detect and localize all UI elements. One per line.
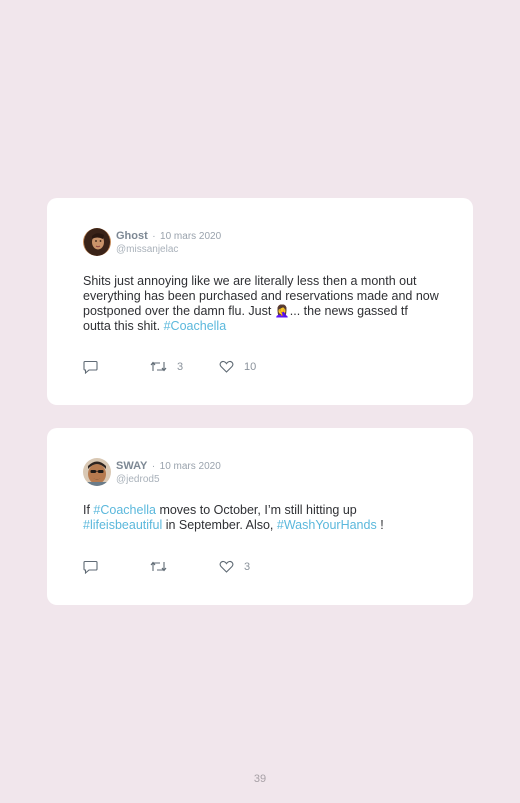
author-handle[interactable]: @missanjelac <box>116 243 221 256</box>
tweet-actions: 3 <box>83 560 283 576</box>
page-number: 39 <box>253 773 267 785</box>
reply-button[interactable] <box>83 560 98 574</box>
tweet-actions: 3 10 <box>83 360 283 376</box>
hashtag-link[interactable]: #Coachella <box>93 503 156 517</box>
author-handle[interactable]: @jedrod5 <box>116 473 221 486</box>
reply-icon <box>83 560 98 574</box>
reply-button[interactable] <box>83 360 98 374</box>
hashtag-link[interactable]: #lifeisbeautiful <box>83 518 162 532</box>
like-button[interactable]: 10 <box>219 360 256 373</box>
hashtag-link[interactable]: #WashYourHands <box>277 518 377 532</box>
tweet-date[interactable]: 10 mars 2020 <box>160 231 221 242</box>
tweet-header: SWAY · 10 mars 2020 @jedrod5 <box>116 458 221 486</box>
tweet-text: If #Coachella moves to October, I’m stil… <box>83 503 439 533</box>
retweet-icon <box>150 361 167 372</box>
facepalm-emoji: 🤦‍♀️ <box>274 304 290 318</box>
retweet-button[interactable] <box>150 560 177 573</box>
retweet-count: 3 <box>177 360 184 373</box>
tweet-text: Shits just annoying like we are literall… <box>83 274 439 334</box>
like-count: 10 <box>244 360 257 373</box>
retweet-icon <box>150 561 167 572</box>
heart-icon <box>219 360 234 373</box>
tweet-text-part: If <box>83 503 94 517</box>
author-name[interactable]: SWAY <box>116 460 147 472</box>
hashtag-link[interactable]: #Coachella <box>164 319 227 333</box>
retweet-button[interactable]: 3 <box>150 360 183 373</box>
separator-dot: · <box>152 231 156 242</box>
tweet-text-part: ! <box>376 518 384 532</box>
like-button[interactable]: 3 <box>219 560 250 573</box>
tweet-card: SWAY · 10 mars 2020 @jedrod5 If #Coachel… <box>47 428 473 605</box>
tweet-text-part: moves to October, I’m still hitting up <box>155 503 357 517</box>
like-count: 3 <box>244 560 251 573</box>
separator-dot: · <box>151 461 156 472</box>
avatar[interactable] <box>83 228 111 256</box>
avatar[interactable] <box>83 458 111 486</box>
tweet-header: Ghost · 10 mars 2020 @missanjelac <box>116 228 221 256</box>
tweet-date[interactable]: 10 mars 2020 <box>160 461 221 472</box>
tweet-text-part: in September. Also, <box>162 518 277 532</box>
author-name[interactable]: Ghost <box>116 230 148 242</box>
tweet-card: Ghost · 10 mars 2020 @missanjelac Shits … <box>47 198 473 405</box>
heart-icon <box>219 560 234 573</box>
reply-icon <box>83 360 98 374</box>
